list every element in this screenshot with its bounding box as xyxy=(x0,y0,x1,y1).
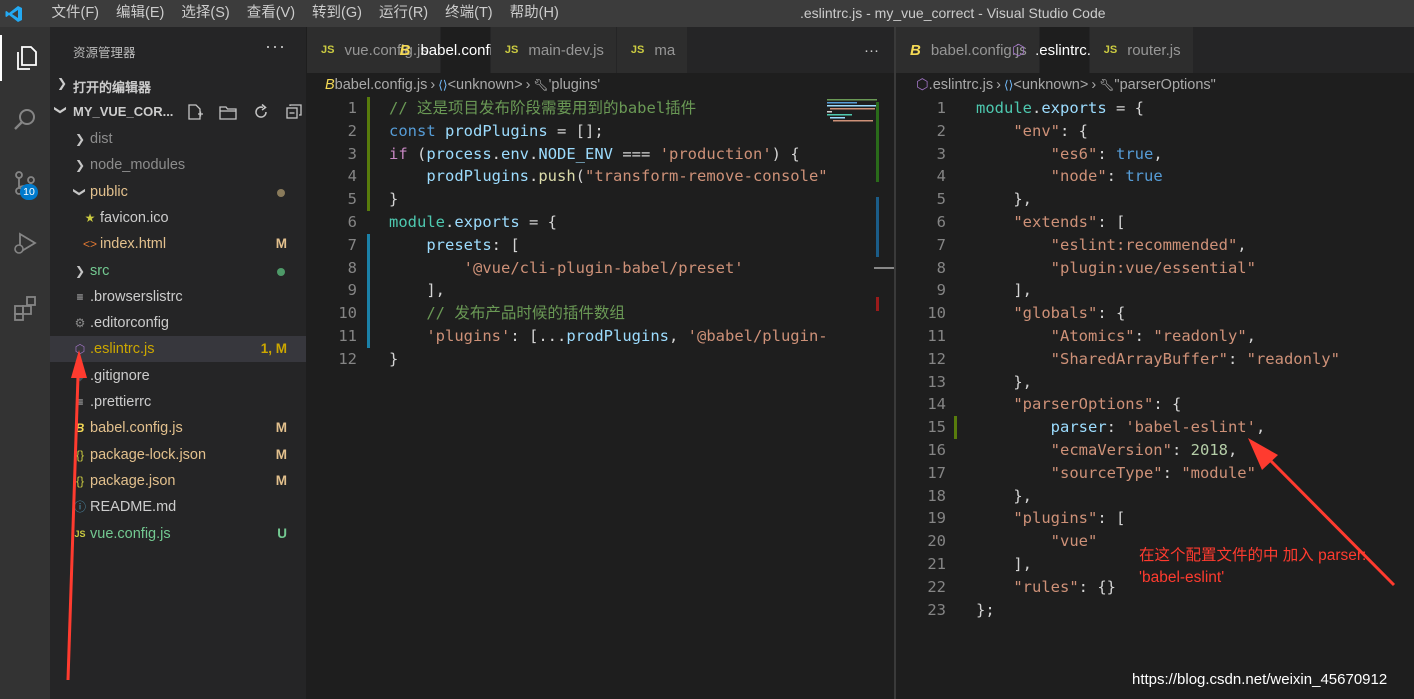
annotation-arrows xyxy=(66,350,1396,681)
watermark: https://blog.csdn.net/weixin_45670912 xyxy=(1132,671,1388,688)
annotation-note: 在这个配置文件的中 加入 parser: 'babel-eslint' xyxy=(1139,547,1367,586)
